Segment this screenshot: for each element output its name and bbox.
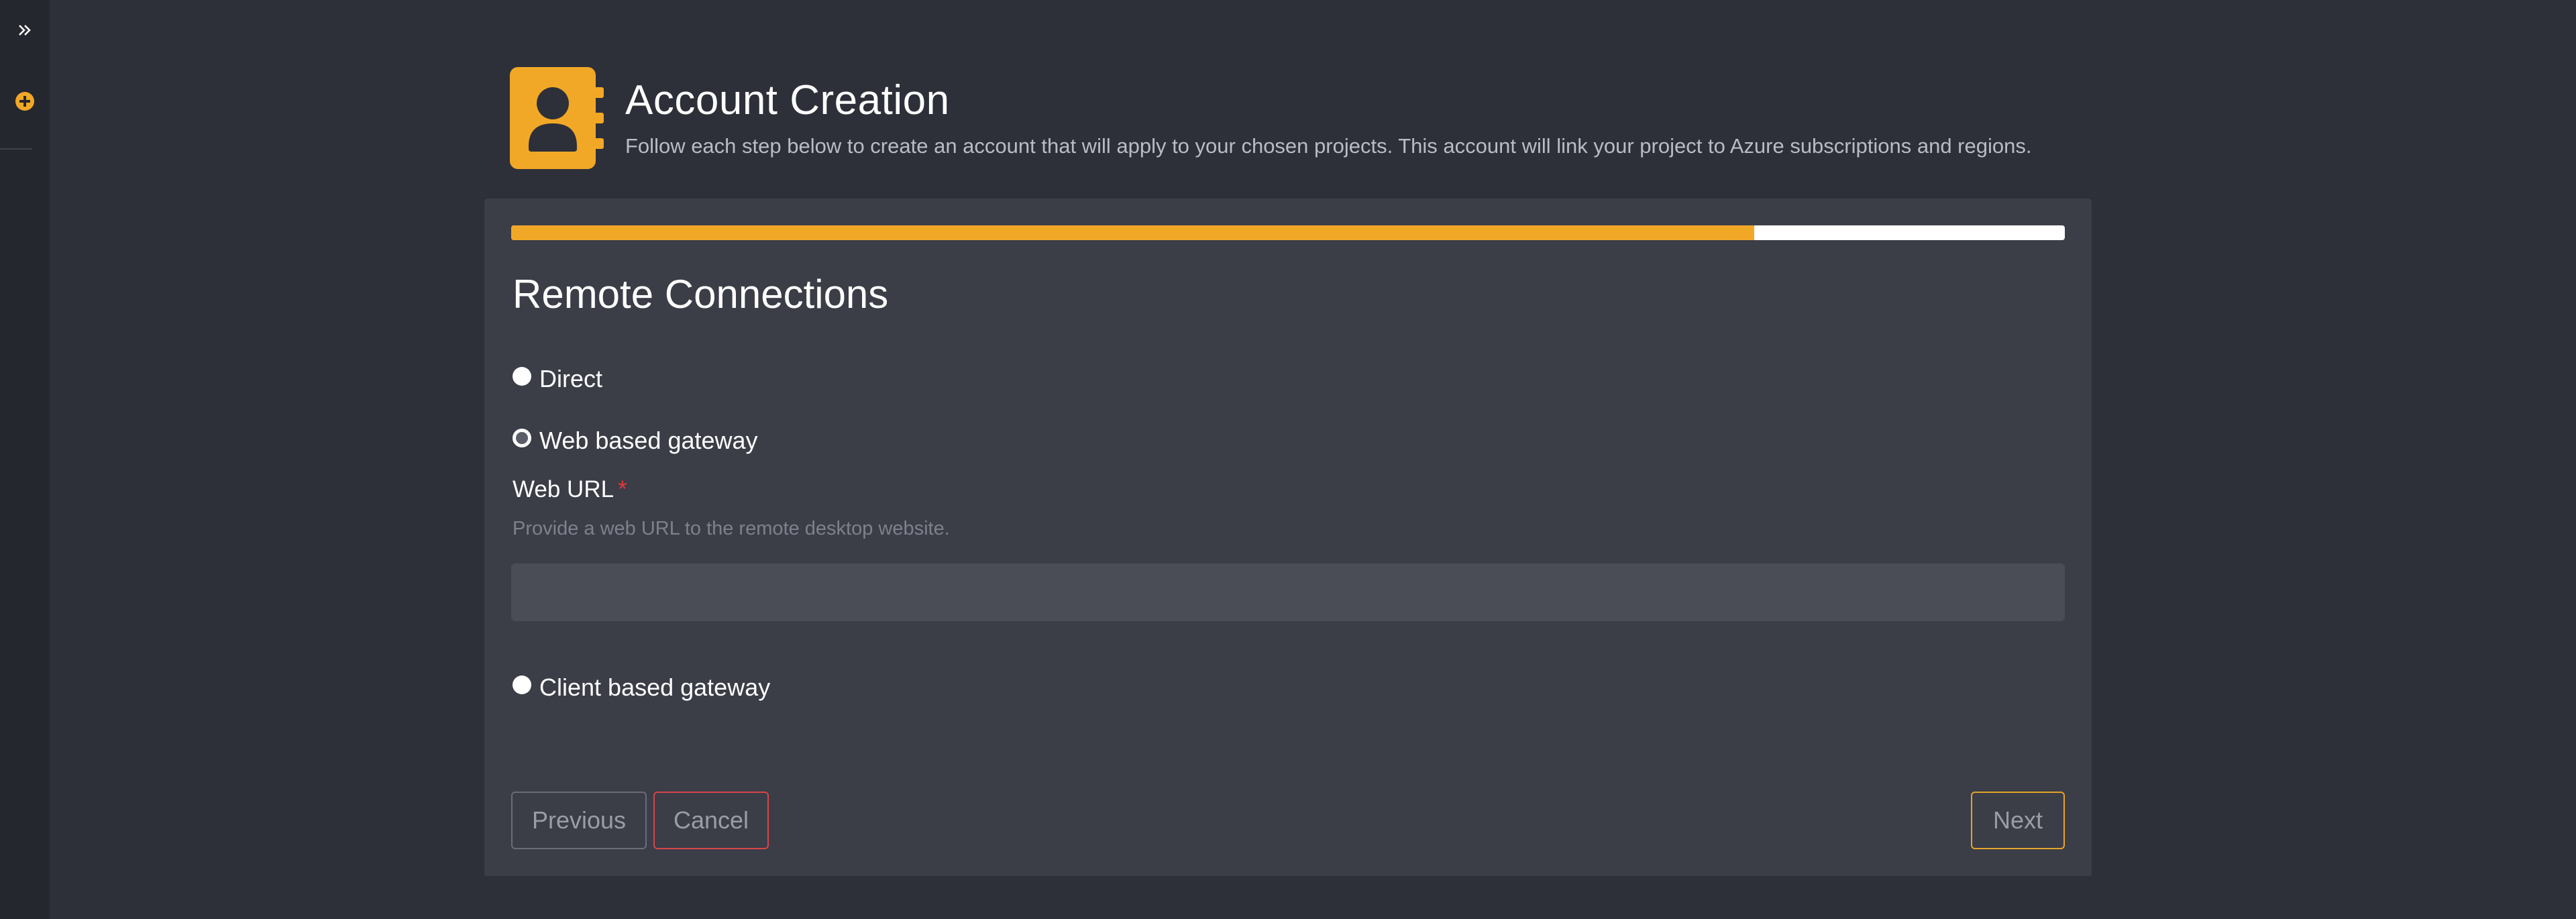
header-text: Account Creation Follow each step below … — [625, 76, 2032, 158]
page-title: Account Creation — [625, 76, 950, 123]
chevron-double-right-icon — [19, 25, 31, 36]
radio-web-based-gateway[interactable] — [513, 429, 531, 447]
contact-book-icon — [510, 67, 604, 169]
option-label: Direct — [539, 365, 603, 392]
step-title: Remote Connections — [513, 272, 889, 317]
progress-bar-fill — [511, 225, 1754, 240]
expand-sidebar-button[interactable] — [15, 20, 35, 40]
option-client-based-gateway[interactable]: Client based gateway — [513, 673, 770, 702]
sidebar-divider — [0, 148, 32, 150]
plus-circle-icon — [15, 92, 34, 111]
wizard-card: Remote Connections Direct Web based gate… — [484, 199, 2092, 876]
web-url-label-text: Web URL — [513, 476, 614, 502]
web-url-label: Web URL * — [513, 476, 627, 503]
option-direct[interactable]: Direct — [513, 365, 602, 393]
radio-direct[interactable] — [513, 367, 531, 386]
sidebar — [0, 0, 50, 919]
page-subtitle: Follow each step below to create an acco… — [625, 134, 2032, 158]
option-label: Web based gateway — [539, 427, 758, 454]
cancel-button[interactable]: Cancel — [653, 792, 769, 849]
add-button[interactable] — [15, 91, 35, 111]
previous-button[interactable]: Previous — [511, 792, 647, 849]
web-url-help: Provide a web URL to the remote desktop … — [513, 518, 950, 539]
progress-bar — [511, 225, 2065, 240]
page-header: Account Creation Follow each step below … — [510, 67, 2031, 169]
option-web-based-gateway[interactable]: Web based gateway — [513, 427, 758, 455]
radio-client-based-gateway[interactable] — [513, 675, 531, 694]
next-button[interactable]: Next — [1971, 792, 2065, 849]
option-label: Client based gateway — [539, 673, 771, 701]
web-url-input[interactable] — [511, 563, 2065, 621]
required-mark: * — [618, 476, 627, 502]
